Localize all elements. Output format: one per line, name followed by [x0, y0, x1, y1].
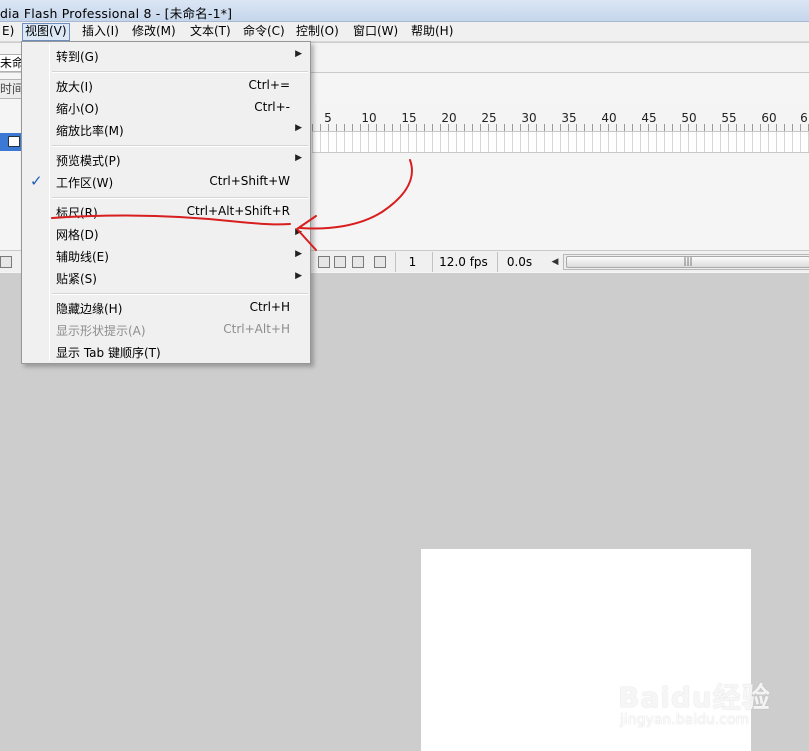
timeline-scrollbar[interactable]: ◀ ||| — [552, 254, 809, 270]
ruler-label: 5 — [324, 111, 332, 125]
menu-item-shortcut: Ctrl+Alt+Shift+R — [186, 204, 290, 218]
frame-rate-field[interactable]: 12.0 fps — [432, 252, 494, 272]
frame-grid[interactable] — [312, 131, 809, 153]
menu-item-work-area[interactable]: ✓ 工作区(W) Ctrl+Shift+W — [24, 170, 308, 192]
menu-window[interactable]: 窗口(W) — [351, 23, 400, 41]
layer-row-selected[interactable] — [0, 133, 22, 151]
menu-item-label: 显示形状提示(A) — [56, 324, 146, 338]
menu-item-label: 显示 Tab 键顺序(T) — [56, 346, 161, 360]
menu-insert[interactable]: 插入(I) — [80, 23, 121, 41]
ruler-label: 55 — [721, 111, 737, 125]
menu-item-goto[interactable]: 转到(G) ▶ — [24, 44, 308, 66]
scrollbar-thumb[interactable]: ||| — [566, 256, 809, 268]
menu-control[interactable]: 控制(O) — [294, 23, 341, 41]
menu-item-shortcut: Ctrl+- — [254, 100, 290, 114]
ruler-label: 40 — [601, 111, 617, 125]
menu-item-label: 缩放比率(M) — [56, 124, 124, 138]
menu-item-rulers[interactable]: 标尺(R) Ctrl+Alt+Shift+R — [24, 200, 308, 222]
submenu-arrow-icon: ▶ — [295, 227, 302, 237]
menu-item-magnification[interactable]: 缩放比率(M) ▶ — [24, 118, 308, 140]
menu-help[interactable]: 帮助(H) — [409, 23, 455, 41]
menu-item-preview-mode[interactable]: 预览模式(P) ▶ — [24, 148, 308, 170]
menu-item-shortcut: Ctrl+Shift+W — [209, 174, 290, 188]
menu-item-label: 辅助线(E) — [56, 250, 109, 264]
menu-item-show-shape-hints: 显示形状提示(A) Ctrl+Alt+H — [24, 318, 308, 340]
menu-item-zoom-in[interactable]: 放大(I) Ctrl+= — [24, 74, 308, 96]
submenu-arrow-icon: ▶ — [295, 49, 302, 59]
view-menu-dropdown: 转到(G) ▶ 放大(I) Ctrl+= 缩小(O) Ctrl+- 缩放比率(M… — [21, 41, 311, 364]
menu-item-label: 转到(G) — [56, 50, 99, 64]
checkmark-icon: ✓ — [30, 172, 43, 190]
add-layer-icon[interactable] — [0, 256, 12, 268]
menu-commands[interactable]: 命令(C) — [241, 23, 287, 41]
menu-item-label: 放大(I) — [56, 80, 93, 94]
menu-text[interactable]: 文本(T) — [188, 23, 233, 41]
menu-item-shortcut: Ctrl+= — [248, 78, 290, 92]
menu-item-grid[interactable]: 网格(D) ▶ — [24, 222, 308, 244]
menu-item-guides[interactable]: 辅助线(E) ▶ — [24, 244, 308, 266]
menu-item-show-tab-order[interactable]: 显示 Tab 键顺序(T) — [24, 340, 308, 362]
submenu-arrow-icon: ▶ — [295, 123, 302, 133]
ruler-label: 10 — [361, 111, 377, 125]
submenu-arrow-icon: ▶ — [295, 249, 302, 259]
window-title: dia Flash Professional 8 - [未命名-1*] — [0, 6, 233, 21]
menu-item-shortcut: Ctrl+H — [249, 300, 290, 314]
title-bar: dia Flash Professional 8 - [未命名-1*] — [0, 0, 809, 22]
onion-skin-outlines-icon[interactable] — [352, 256, 364, 268]
ruler-label: 60 — [761, 111, 777, 125]
menu-item-hide-edges[interactable]: 隐藏边缘(H) Ctrl+H — [24, 296, 308, 318]
ruler-label: 35 — [561, 111, 577, 125]
menu-item-label: 隐藏边缘(H) — [56, 302, 123, 316]
layer-icon — [8, 136, 20, 147]
menu-item-label: 工作区(W) — [56, 176, 114, 190]
menu-item-label: 网格(D) — [56, 228, 99, 242]
scroll-left-icon[interactable]: ◀ — [548, 255, 562, 269]
ruler-label: 30 — [521, 111, 537, 125]
menu-view[interactable]: 视图(V) — [22, 23, 70, 41]
menu-bar: E) 视图(V) 插入(I) 修改(M) 文本(T) 命令(C) 控制(O) 窗… — [0, 22, 809, 42]
center-frame-icon[interactable] — [318, 256, 330, 268]
submenu-arrow-icon: ▶ — [295, 153, 302, 163]
edit-multiple-frames-icon[interactable] — [374, 256, 386, 268]
elapsed-time-field: 0.0s — [497, 252, 541, 272]
frame-ruler: 5 10 15 20 25 30 35 40 45 50 55 60 6 — [312, 103, 809, 131]
menu-separator — [52, 197, 308, 199]
ruler-label: 25 — [481, 111, 497, 125]
watermark: Baidu经验 jingyan.baidu.com — [618, 676, 804, 736]
menu-item-label: 预览模式(P) — [56, 154, 121, 168]
menu-separator — [52, 145, 308, 147]
menu-edit[interactable]: E) — [0, 23, 16, 41]
menu-item-label: 缩小(O) — [56, 102, 99, 116]
menu-item-snapping[interactable]: 贴紧(S) ▶ — [24, 266, 308, 288]
menu-separator — [52, 71, 308, 73]
menu-item-zoom-out[interactable]: 缩小(O) Ctrl+- — [24, 96, 308, 118]
timeline-tab[interactable]: 时间 — [0, 79, 22, 99]
submenu-arrow-icon: ▶ — [295, 271, 302, 281]
ruler-label: 15 — [401, 111, 417, 125]
ruler-label: 45 — [641, 111, 657, 125]
watermark-brand: Baidu经验 — [618, 681, 771, 714]
document-tab[interactable]: 未命 — [0, 54, 22, 72]
ruler-label: 6 — [800, 111, 808, 125]
menu-item-shortcut: Ctrl+Alt+H — [223, 322, 290, 336]
menu-item-label: 标尺(R) — [56, 206, 98, 220]
ruler-ticks — [312, 124, 809, 131]
menu-separator — [52, 293, 308, 295]
current-frame-field: 1 — [395, 252, 429, 272]
ruler-label: 20 — [441, 111, 457, 125]
ruler-label: 50 — [681, 111, 697, 125]
menu-modify[interactable]: 修改(M) — [130, 23, 178, 41]
onion-skin-icon[interactable] — [334, 256, 346, 268]
menu-item-label: 贴紧(S) — [56, 272, 97, 286]
watermark-site: jingyan.baidu.com — [620, 712, 750, 728]
